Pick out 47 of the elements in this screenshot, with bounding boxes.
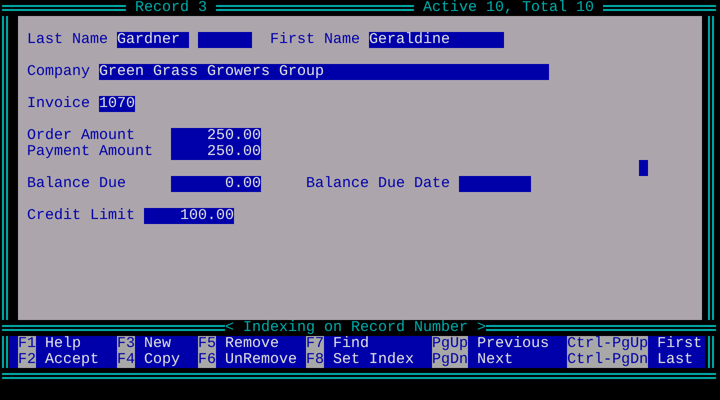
function-key[interactable]: Ctrl-PgUp	[567, 336, 648, 352]
field-label: First Name	[270, 32, 362, 48]
function-key[interactable]: Ctrl-PgDn	[567, 352, 648, 368]
input-field[interactable]: 0.00	[171, 176, 262, 192]
block-marker	[639, 160, 648, 176]
field-label: Company	[27, 64, 92, 80]
key-action: Help	[45, 336, 82, 352]
key-action: New	[144, 336, 172, 352]
key-action: UnRemove	[225, 352, 298, 368]
key-action: Remove	[225, 336, 280, 352]
input-field[interactable]: 250.00	[171, 144, 262, 160]
key-action: Accept	[45, 352, 100, 368]
function-key[interactable]: PgUp	[432, 336, 468, 352]
function-key[interactable]: PgDn	[432, 352, 468, 368]
function-key[interactable]: F6	[198, 352, 216, 368]
field-label: Invoice	[27, 96, 92, 112]
input-field[interactable]: 100.00	[144, 208, 234, 224]
input-field[interactable]: Geraldine	[369, 32, 504, 48]
field-label: Balance Due Date	[306, 176, 452, 192]
input-field[interactable]: 250.00	[171, 128, 262, 144]
input-field[interactable]: 1070	[99, 96, 135, 112]
field-label: Last Name	[27, 32, 110, 48]
field-label: Payment Amount	[27, 144, 154, 160]
function-key[interactable]: F5	[198, 336, 216, 352]
input-field[interactable]	[459, 176, 532, 192]
key-action: First	[657, 336, 702, 352]
key-action: Find	[333, 336, 370, 352]
record-count: Active 10, Total 10	[422, 0, 596, 16]
field-label: Balance Due	[27, 176, 128, 192]
input-field[interactable]: Gardner	[117, 32, 252, 48]
frame-border	[708, 336, 714, 368]
key-action: Last	[657, 352, 694, 368]
function-key[interactable]: F7	[306, 336, 324, 352]
key-action: Set Index	[333, 352, 414, 368]
key-action: Previous	[477, 336, 550, 352]
window-title: Record 3	[134, 0, 208, 16]
function-key[interactable]: F2	[18, 352, 36, 368]
status-text: < Indexing on Record Number >	[225, 320, 486, 336]
function-key[interactable]: F3	[117, 336, 136, 352]
field-label: Credit Limit	[27, 208, 136, 224]
function-key[interactable]: F4	[117, 352, 136, 368]
field-label: Order Amount	[27, 128, 136, 144]
input-field[interactable]: Green Grass Growers Group	[99, 64, 550, 80]
key-action: Copy	[144, 352, 180, 368]
function-key[interactable]: F8	[306, 352, 324, 368]
function-key[interactable]: F1	[18, 336, 36, 352]
key-action: Next	[477, 352, 514, 368]
